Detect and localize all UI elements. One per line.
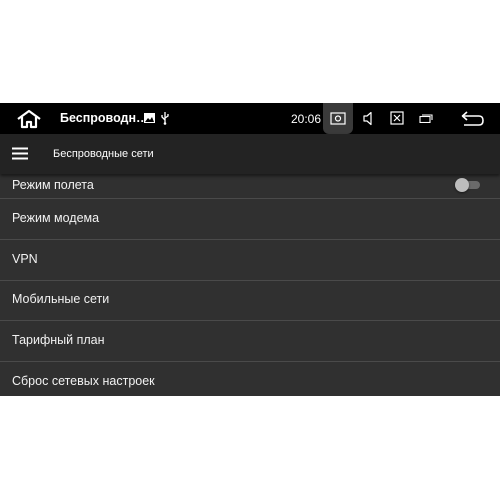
list-item-label: Режим модема — [12, 211, 100, 225]
usb-icon — [161, 112, 169, 125]
list-item-label: Режим полета — [12, 178, 94, 192]
page-title: Беспроводные сети — [53, 148, 154, 160]
list-item-label: Тарифный план — [12, 333, 105, 347]
device-screen: Беспроводн… 20:06 Беспроводные сети Режи… — [0, 103, 500, 396]
status-title: Беспроводн… — [60, 111, 149, 125]
list-item-vpn[interactable]: VPN — [0, 240, 500, 281]
volume-icon[interactable] — [362, 111, 376, 126]
list-item-tariff-plan[interactable]: Тарифный план — [0, 321, 500, 362]
status-time: 20:06 — [291, 112, 322, 126]
list-item-network-reset[interactable]: Сброс сетевых настроек — [0, 362, 500, 396]
list-item-mobile-networks[interactable]: Мобильные сети — [0, 280, 500, 321]
home-icon[interactable] — [16, 109, 42, 129]
status-bar: Беспроводн… 20:06 — [0, 103, 500, 134]
back-icon[interactable] — [460, 111, 484, 126]
app-bar: Беспроводные сети — [0, 134, 500, 174]
list-item-airplane-mode[interactable]: Режим полета — [0, 174, 500, 199]
list-item-tethering[interactable]: Режим модема — [0, 199, 500, 240]
window-icon[interactable] — [419, 114, 433, 123]
list-item-label: Сброс сетевых настроек — [12, 374, 155, 388]
menu-icon[interactable] — [12, 147, 28, 160]
settings-list: Режим полета Режим модема VPN Мобильные … — [0, 174, 500, 396]
close-window-icon[interactable] — [390, 111, 404, 125]
image-icon — [144, 113, 155, 123]
screenshot-icon[interactable] — [330, 112, 346, 125]
airplane-mode-toggle[interactable] — [455, 178, 481, 192]
list-item-label: VPN — [12, 252, 38, 266]
list-item-label: Мобильные сети — [12, 292, 110, 306]
